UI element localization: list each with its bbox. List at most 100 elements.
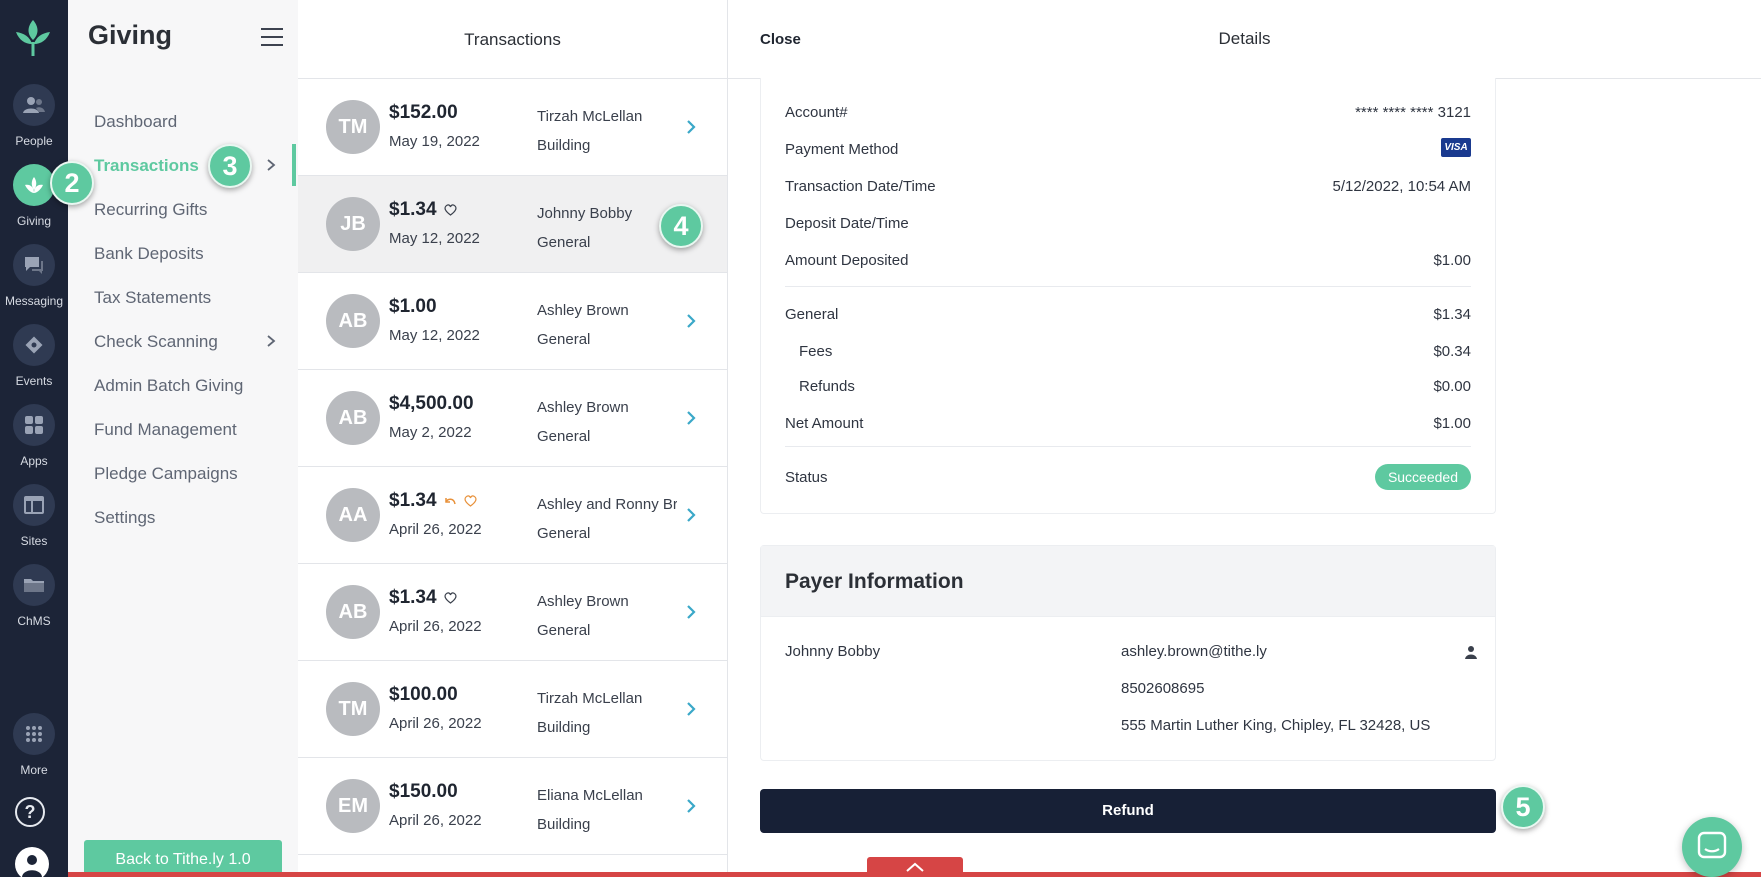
giving-menu: Giving Dashboard Transactions Recurring … — [68, 0, 298, 877]
chevron-right-icon[interactable] — [684, 312, 698, 330]
transaction-row[interactable]: AB $1.00 May 12, 2022 Ashley Brown Gener… — [298, 273, 727, 370]
transaction-date: May 12, 2022 — [389, 230, 480, 247]
transaction-amount: $1.34 — [389, 587, 458, 609]
undo-arrow-icon — [444, 497, 456, 505]
transaction-amount: $1.34 — [389, 199, 458, 221]
rail-label: Apps — [20, 454, 48, 468]
help-icon[interactable]: ? — [15, 797, 45, 827]
rail-item-apps[interactable]: Apps — [0, 404, 68, 474]
fund-name: General — [537, 331, 591, 348]
transaction-date: May 12, 2022 — [389, 327, 480, 344]
tithely-logo-icon[interactable] — [14, 18, 52, 58]
chevron-right-icon[interactable] — [684, 797, 698, 815]
status-badge: Succeeded — [1374, 464, 1471, 490]
divider — [785, 446, 1471, 447]
refunds-row: Refunds $0.00 — [799, 378, 1471, 395]
menu-item-admin-batch-giving[interactable]: Admin Batch Giving — [94, 376, 243, 396]
transaction-date: April 26, 2022 — [389, 715, 482, 732]
chevron-right-icon[interactable] — [264, 158, 278, 172]
menu-item-pledge-campaigns[interactable]: Pledge Campaigns — [94, 464, 238, 484]
rail-label: More — [20, 763, 48, 777]
fund-name: Building — [537, 816, 591, 833]
rail-label: Events — [15, 374, 53, 388]
field-label: Net Amount — [785, 415, 864, 432]
field-label: Deposit Date/Time — [785, 215, 909, 232]
chevron-right-icon[interactable] — [264, 334, 278, 348]
menu-item-recurring-gifts[interactable]: Recurring Gifts — [94, 200, 207, 220]
chat-icon — [1697, 831, 1727, 859]
details-pane: Details Close Account# **** **** **** 31… — [728, 0, 1761, 877]
step-marker: 4 — [659, 204, 703, 248]
fund-name: Building — [537, 137, 591, 154]
net-amount-value: $1.00 — [1433, 415, 1471, 432]
list-title: Transactions — [298, 0, 727, 79]
hamburger-menu-icon[interactable] — [261, 28, 283, 46]
refund-button[interactable]: Refund — [760, 789, 1496, 833]
transaction-row[interactable]: TM $100.00 April 26, 2022 Tirzah McLella… — [298, 661, 727, 758]
rail-label: Sites — [20, 534, 48, 548]
field-label: Refunds — [799, 378, 855, 395]
fees-row: Fees $0.34 — [799, 343, 1471, 360]
folder-icon — [13, 564, 55, 606]
menu-item-check-scanning[interactable]: Check Scanning — [94, 332, 218, 352]
donor-name: Ashley Brown — [537, 302, 629, 319]
rail-item-people[interactable]: People — [0, 84, 68, 154]
rail-item-more[interactable]: More — [0, 713, 68, 783]
menu-item-fund-management[interactable]: Fund Management — [94, 420, 237, 440]
fund-name: General — [537, 622, 591, 639]
net-amount-row: Net Amount $1.00 — [785, 415, 1471, 432]
avatar: TM — [326, 100, 380, 154]
chevron-right-icon[interactable] — [684, 700, 698, 718]
transaction-row[interactable]: AA $1.34 April 26, 2022 Ashley and Ronny… — [298, 467, 727, 564]
chat-support-button[interactable] — [1682, 817, 1742, 877]
payment-method-row: Payment Method VISA — [785, 138, 1471, 158]
menu-item-tax-statements[interactable]: Tax Statements — [94, 288, 211, 308]
menu-item-settings[interactable]: Settings — [94, 508, 155, 528]
amount-text: $1.34 — [389, 490, 437, 511]
field-label: Fees — [799, 343, 833, 360]
person-icon[interactable] — [1465, 645, 1477, 659]
transactions-list: Transactions TM $152.00 May 19, 2022 Tir… — [298, 0, 728, 877]
fund-name: Building — [537, 719, 591, 736]
transaction-date: April 26, 2022 — [389, 812, 482, 829]
field-label: Transaction Date/Time — [785, 178, 936, 195]
user-avatar-icon[interactable] — [15, 847, 49, 877]
transaction-amount: $1.00 — [389, 296, 437, 317]
donor-name: Ashley Brown — [537, 593, 629, 610]
giving-leaf-icon — [13, 164, 55, 206]
transaction-row[interactable]: AB $4,500.00 May 2, 2022 Ashley Brown Ge… — [298, 370, 727, 467]
close-button[interactable]: Close — [760, 31, 801, 48]
step-marker: 5 — [1501, 785, 1545, 829]
avatar: AA — [326, 488, 380, 542]
amount-deposited-row: Amount Deposited $1.00 — [785, 252, 1471, 269]
transaction-amount: $150.00 — [389, 781, 458, 802]
fund-name: General — [537, 525, 591, 542]
menu-item-transactions[interactable]: Transactions — [94, 156, 199, 176]
menu-item-bank-deposits[interactable]: Bank Deposits — [94, 244, 204, 264]
rail-item-events[interactable]: Events — [0, 324, 68, 394]
field-label: Account# — [785, 104, 848, 121]
rail-item-chms[interactable]: ChMS — [0, 564, 68, 634]
payer-card-title: Payer Information — [785, 570, 964, 593]
donor-name: Eliana McLellan — [537, 787, 643, 804]
chevron-right-icon[interactable] — [684, 118, 698, 136]
fund-name: General — [537, 234, 591, 251]
account-row: Account# **** **** **** 3121 — [785, 104, 1471, 121]
transaction-row[interactable]: EM $150.00 April 26, 2022 Eliana McLella… — [298, 758, 727, 855]
visa-card-icon: VISA — [1441, 138, 1471, 157]
transaction-row[interactable]: AB $1.34 April 26, 2022 Ashley Brown Gen… — [298, 564, 727, 661]
donor-name: Tirzah McLellan — [537, 690, 643, 707]
rail-item-sites[interactable]: Sites — [0, 484, 68, 554]
chevron-right-icon[interactable] — [684, 603, 698, 621]
transaction-datetime: 5/12/2022, 10:54 AM — [1332, 178, 1471, 195]
menu-title: Giving — [88, 20, 173, 50]
transaction-row[interactable]: TM $152.00 May 19, 2022 Tirzah McLellan … — [298, 79, 727, 176]
chevron-right-icon[interactable] — [684, 506, 698, 524]
chevron-right-icon[interactable] — [684, 409, 698, 427]
step-marker: 2 — [50, 161, 94, 205]
rail-item-messaging[interactable]: Messaging — [0, 244, 68, 314]
avatar: JB — [326, 197, 380, 251]
bottom-alert-bar — [68, 872, 1761, 877]
menu-item-dashboard[interactable]: Dashboard — [94, 112, 177, 132]
amount-deposited-value: $1.00 — [1433, 252, 1471, 269]
